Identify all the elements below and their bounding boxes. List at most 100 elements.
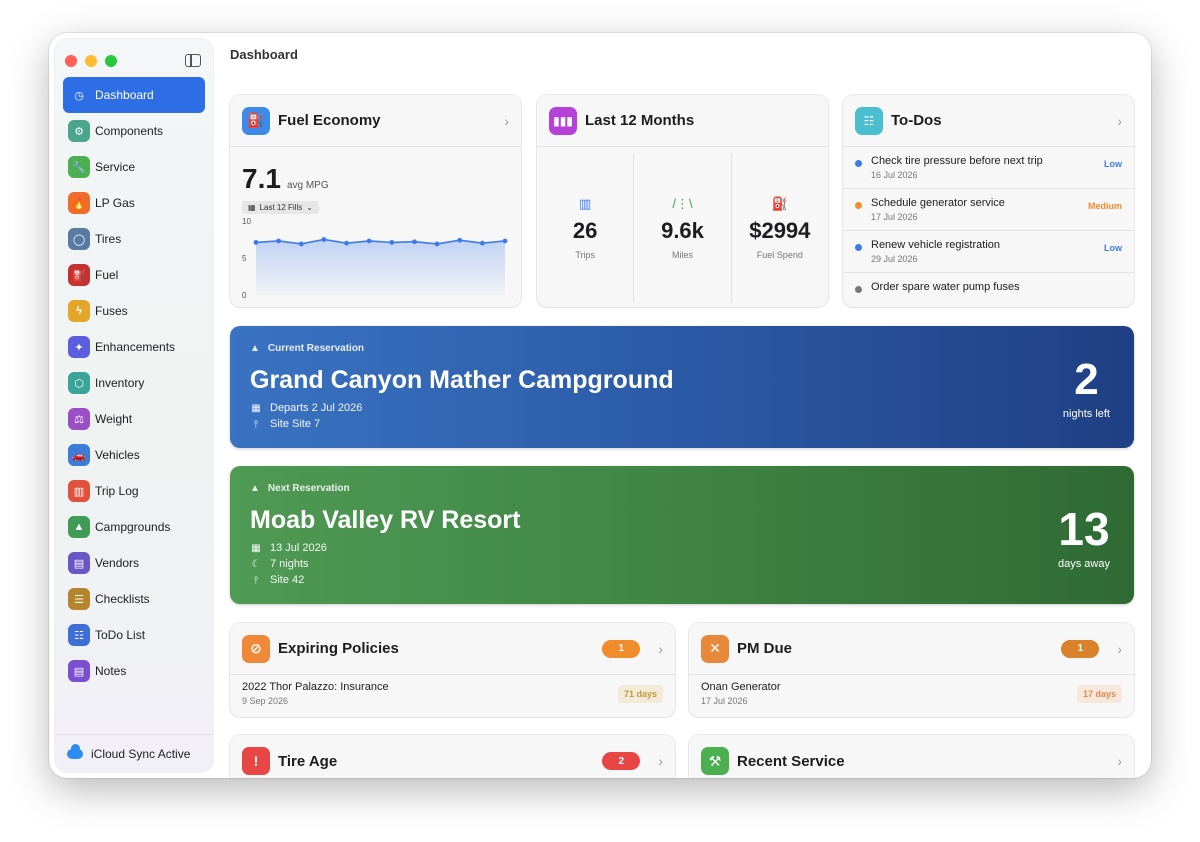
days-away-value: 13	[1058, 503, 1110, 555]
pin-icon: ⫯	[253, 574, 259, 586]
mpg-value: 7.1	[242, 163, 281, 194]
chevron-right-icon[interactable]: ›	[658, 641, 663, 657]
count-badge: 1	[1061, 639, 1100, 658]
sidebar-item-vendors[interactable]: ▤ Vendors	[63, 545, 205, 581]
bar-chart-icon: ▮▮▮	[549, 106, 577, 135]
sidebar-item-vehicles[interactable]: 🚗 Vehicles	[63, 437, 205, 473]
last-12-months-card: ▮▮▮ Last 12 Months ▥ 26 Trips /⋮\ 9.6k Miles ⛽…	[537, 95, 828, 307]
kicker-label: Current Reservation	[267, 343, 365, 354]
sidebar-item-tires[interactable]: ◯ Tires	[63, 221, 205, 257]
data-point	[389, 240, 395, 245]
mpg-unit: avg MPG	[286, 180, 329, 191]
scale-icon: ⚖	[68, 408, 90, 430]
sidebar-item-enhancements[interactable]: ✦ Enhancements	[63, 329, 205, 365]
minimize-button[interactable]	[85, 55, 97, 67]
sidebar-item-label: Enhancements	[95, 340, 176, 354]
chevron-right-icon[interactable]: ›	[1117, 641, 1122, 657]
sidebar-item-trip-log[interactable]: ▥ Trip Log	[63, 473, 205, 509]
sidebar-toggle-icon[interactable]	[185, 54, 201, 67]
expiring-policies-card[interactable]: ⊘ Expiring Policies 1 › 2022 Thor Palazz…	[230, 623, 675, 717]
calendar-icon: ▦	[251, 542, 261, 554]
wrench-icon: 🔧	[68, 156, 90, 178]
sidebar-item-label: Vendors	[95, 556, 140, 570]
note-icon: ▤	[68, 660, 90, 682]
sidebar-item-dashboard[interactable]: ◷ Dashboard	[63, 77, 205, 113]
sidebar-item-inventory[interactable]: ⬡ Inventory	[63, 365, 205, 401]
todo-item[interactable]: Check tire pressure before next trip 16 J…	[843, 147, 1134, 189]
tools-icon: ✕	[701, 634, 729, 663]
sidebar-item-components[interactable]: ⚙ Components	[63, 113, 205, 149]
warning-icon: !	[242, 747, 270, 775]
priority-label: Low	[1104, 243, 1122, 253]
card-header: ⛽ Fuel Economy ›	[230, 95, 521, 147]
todo-date: 17 Jul 2026	[871, 212, 918, 222]
tent-icon: ▲	[250, 483, 260, 494]
todo-title: Check tire pressure before next trip	[871, 155, 1043, 167]
chevron-right-icon[interactable]: ›	[658, 753, 663, 769]
sidebar-item-notes[interactable]: ▤ Notes	[63, 653, 205, 689]
pm-due-card[interactable]: ✕ PM Due 1 › Onan Generator 17 Jul 2026 …	[689, 623, 1134, 717]
reservation-kicker: ▲ Current Reservation	[250, 343, 364, 354]
car-icon: 🚗	[68, 444, 90, 466]
current-reservation-card[interactable]: ▲ Current Reservation Grand Canyon Mathe…	[230, 326, 1134, 448]
pm-item-date: 17 Jul 2026	[701, 696, 748, 706]
fuel-pump-icon: ⛽	[242, 106, 270, 135]
nights-left-value: 2	[1074, 355, 1099, 404]
fuel-pump-icon: ⛽	[771, 196, 788, 211]
data-point	[434, 241, 440, 247]
sidebar-item-weight[interactable]: ⚖ Weight	[63, 401, 205, 437]
sidebar-item-checklists[interactable]: ☰ Checklists	[63, 581, 205, 617]
pin-icon: ⫯	[253, 418, 259, 430]
sidebar-item-label: Campgrounds	[95, 520, 171, 534]
no-document-icon: ⊘	[242, 634, 270, 663]
chevron-right-icon[interactable]: ›	[1117, 753, 1122, 769]
list-item[interactable]: Onan Generator 17 Jul 2026 17 days	[689, 675, 1134, 706]
priority-dot	[855, 202, 862, 209]
sidebar-item-label: Components	[95, 124, 164, 138]
sidebar-item-service[interactable]: 🔧 Service	[63, 149, 205, 185]
data-point	[366, 238, 372, 244]
todo-item[interactable]: Renew vehicle registration 29 Jul 2026 Low	[843, 231, 1134, 273]
chevron-right-icon[interactable]: ›	[1117, 113, 1122, 129]
list-item[interactable]: 2022 Thor Palazzo: Insurance 9 Sep 2026 …	[230, 675, 675, 706]
fuel-economy-card[interactable]: ⛽ Fuel Economy › 7.1 avg MPG ▦ Last 12 F…	[230, 95, 521, 307]
data-point	[502, 238, 508, 244]
sidebar-item-todo-list[interactable]: ☷ ToDo List	[63, 617, 205, 653]
page-title: Dashboard	[230, 47, 298, 62]
todo-item[interactable]: Schedule generator service 17 Jul 2026 Med…	[843, 189, 1134, 231]
close-button[interactable]	[65, 55, 77, 67]
moon-icon: ☾	[251, 558, 261, 570]
chevron-right-icon[interactable]: ›	[504, 113, 509, 129]
card-title: Last 12 Months	[585, 112, 695, 129]
sidebar-item-label: Dashboard	[95, 88, 154, 102]
reservation-kicker: ▲ Next Reservation	[250, 483, 350, 494]
sidebar-item-fuel[interactable]: ⛽ Fuel	[63, 257, 205, 293]
days-badge: 71 days	[617, 684, 663, 703]
priority-label: Medium	[1087, 201, 1122, 211]
zoom-button[interactable]	[105, 55, 117, 67]
sidebar-item-lp-gas[interactable]: 🔥 LP Gas	[63, 185, 205, 221]
todos-card[interactable]: ☷ To-Dos › Check tire pressure before ne…	[843, 95, 1134, 307]
box-icon: ⬡	[68, 372, 90, 394]
sync-label: iCloud Sync Active	[91, 746, 191, 761]
site-row: ⫯ Site Site 7	[250, 418, 320, 430]
sidebar-item-campgrounds[interactable]: ▲ Campgrounds	[63, 509, 205, 545]
todo-item[interactable]: Order spare water pump fuses	[843, 273, 1134, 307]
sidebar-item-fuses[interactable]: ϟ Fuses	[63, 293, 205, 329]
tire-age-card[interactable]: ! Tire Age 2 ›	[230, 735, 675, 778]
sidebar-item-label: Fuses	[95, 304, 128, 318]
next-reservation-card[interactable]: ▲ Next Reservation Moab Valley RV Resort…	[230, 466, 1134, 604]
sidebar: ◷ Dashboard ⚙ Components 🔧 Service 🔥 LP Gas ◯ Tir…	[55, 39, 213, 772]
tent-icon: ▲	[250, 343, 260, 354]
card-title: Expiring Policies	[278, 640, 399, 657]
sidebar-item-label: Inventory	[95, 376, 145, 390]
stat-miles: /⋮\ 9.6k Miles	[634, 153, 732, 303]
recent-service-card[interactable]: ⚒ Recent Service ›	[689, 735, 1134, 778]
gear-icon: ⚙	[68, 120, 90, 142]
card-header: ⚒ Recent Service ›	[689, 735, 1134, 778]
y-tick-label: 0	[242, 291, 247, 300]
site-label: Site Site 7	[270, 418, 321, 430]
bolt-icon: ϟ	[68, 300, 90, 322]
stat-value: $2994	[749, 218, 811, 243]
data-point	[457, 237, 463, 243]
